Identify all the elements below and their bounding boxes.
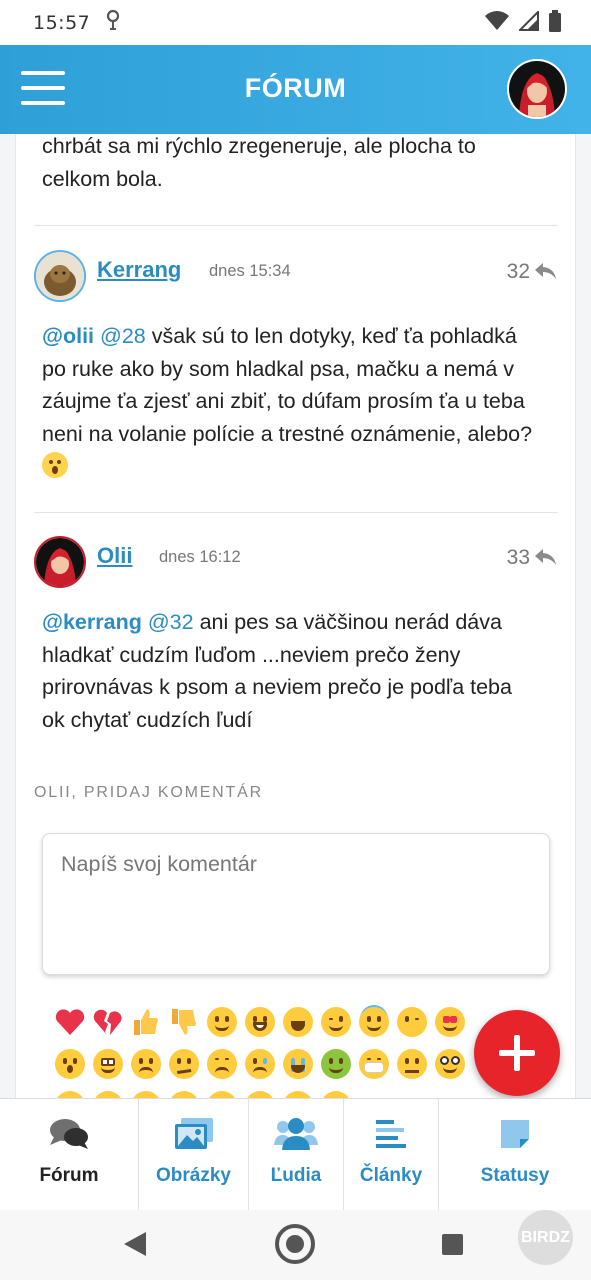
page-title: FÓRUM xyxy=(244,73,347,103)
emoji-icon[interactable] xyxy=(282,1090,314,1098)
emoji-icon[interactable] xyxy=(130,1090,162,1098)
status-note-icon xyxy=(498,1117,532,1155)
system-nav-bar xyxy=(0,1210,591,1280)
mask-emoji-icon[interactable] xyxy=(358,1048,390,1080)
emoji-icon[interactable] xyxy=(244,1090,276,1098)
emoji-icon[interactable] xyxy=(206,1090,238,1098)
comment-time: dnes 15:34 xyxy=(209,262,291,280)
user-avatar[interactable] xyxy=(507,59,567,119)
comment-number: 32 xyxy=(506,260,530,283)
nav-item-articles[interactable]: Články xyxy=(343,1099,438,1210)
flushed-emoji-icon[interactable] xyxy=(92,1048,124,1080)
nav-item-forum[interactable]: Fórum xyxy=(0,1099,138,1210)
nav-label: Články xyxy=(359,1165,423,1186)
comment-time: dnes 16:12 xyxy=(159,548,241,566)
comment: Kerrang dnes 15:34 32 @olii @28 však sú … xyxy=(34,250,558,483)
heart-icon[interactable] xyxy=(54,1006,86,1038)
battery-icon xyxy=(549,9,561,36)
chat-bubbles-icon xyxy=(48,1117,90,1155)
nav-label: Fórum xyxy=(39,1165,99,1186)
app-header: FÓRUM xyxy=(0,45,591,134)
reply-icon[interactable] xyxy=(534,547,558,567)
previous-comment-text: chrbát sa mi rýchlo zregeneruje, ale plo… xyxy=(42,134,476,191)
surprised-emoji-icon[interactable] xyxy=(54,1048,86,1080)
comment-number: 33 xyxy=(506,546,530,569)
confused-emoji-icon[interactable] xyxy=(168,1048,200,1080)
nav-item-statuses[interactable]: Statusy xyxy=(438,1099,591,1210)
comment-body: @kerrang @32 ani pes sa väčšinou nerád d… xyxy=(34,606,534,736)
nav-label: Obrázky xyxy=(156,1165,231,1186)
bottom-nav: Fórum Obrázky Ľudia Články Statusy xyxy=(0,1098,591,1210)
nav-item-people[interactable]: Ľudia xyxy=(248,1099,343,1210)
heart-eyes-emoji-icon[interactable] xyxy=(434,1006,466,1038)
recent-apps-icon[interactable] xyxy=(442,1234,463,1255)
comment-username[interactable]: Kerrang xyxy=(97,257,181,283)
comment-input[interactable] xyxy=(42,833,550,975)
status-bar: 15:57 xyxy=(0,0,591,45)
avatar[interactable] xyxy=(34,536,86,588)
emoji-picker-row xyxy=(54,1090,352,1098)
divider xyxy=(34,512,558,513)
mention-ref[interactable]: @28 xyxy=(100,324,146,348)
sad-emoji-icon[interactable] xyxy=(206,1048,238,1080)
thinking-emoji-icon[interactable] xyxy=(396,1048,428,1080)
images-icon xyxy=(174,1117,214,1155)
emoji-icon[interactable] xyxy=(54,1090,86,1098)
comment: Olii dnes 16:12 33 @kerrang @32 ani pes … xyxy=(34,536,558,736)
add-comment-label: OLII, PRIDAJ KOMENTÁR xyxy=(34,784,263,801)
home-icon[interactable] xyxy=(275,1224,315,1264)
divider xyxy=(34,225,558,226)
comment-username[interactable]: Olii xyxy=(97,543,132,569)
mention-ref[interactable]: @32 xyxy=(148,610,194,634)
angel-emoji-icon[interactable] xyxy=(358,1006,390,1038)
signal-icon xyxy=(517,9,539,35)
nav-label: Ľudia xyxy=(270,1165,322,1186)
emoji-picker-row xyxy=(54,1006,466,1038)
watermark-logo: BIRDZ xyxy=(518,1210,573,1265)
nav-item-images[interactable]: Obrázky xyxy=(138,1099,248,1210)
articles-icon xyxy=(374,1117,408,1155)
emoji-picker-row xyxy=(54,1048,466,1080)
cry-emoji-icon[interactable] xyxy=(244,1048,276,1080)
avatar[interactable] xyxy=(34,250,86,302)
emoji-icon[interactable] xyxy=(168,1090,200,1098)
add-fab-button[interactable] xyxy=(474,1010,560,1096)
comment-body: @olii @28 však sú to len dotyky, keď ťa … xyxy=(34,320,534,483)
back-icon[interactable] xyxy=(124,1232,146,1256)
nerd-emoji-icon[interactable] xyxy=(434,1048,466,1080)
sob-emoji-icon[interactable] xyxy=(282,1048,314,1080)
grin-emoji-icon[interactable] xyxy=(244,1006,276,1038)
mention-user[interactable]: @olii xyxy=(42,324,94,348)
sick-emoji-icon[interactable] xyxy=(320,1048,352,1080)
broken-heart-icon[interactable] xyxy=(92,1006,124,1038)
status-time: 15:57 xyxy=(33,11,91,34)
wink-emoji-icon[interactable] xyxy=(320,1006,352,1038)
location-icon xyxy=(106,9,120,36)
angry-emoji-icon[interactable] xyxy=(130,1048,162,1080)
emoji-icon[interactable] xyxy=(320,1090,352,1098)
surprised-emoji-icon xyxy=(42,452,68,478)
mention-user[interactable]: @kerrang xyxy=(42,610,142,634)
nav-label: Statusy xyxy=(480,1165,550,1186)
reply-icon[interactable] xyxy=(534,261,558,281)
thread-content[interactable]: chrbát sa mi rýchlo zregeneruje, ale plo… xyxy=(0,134,591,1098)
wifi-icon xyxy=(485,10,509,35)
smile-emoji-icon[interactable] xyxy=(206,1006,238,1038)
emoji-icon[interactable] xyxy=(92,1090,124,1098)
people-icon xyxy=(274,1117,318,1155)
laugh-emoji-icon[interactable] xyxy=(282,1006,314,1038)
thumbs-down-icon[interactable] xyxy=(168,1006,200,1038)
kiss-emoji-icon[interactable] xyxy=(396,1006,428,1038)
thumbs-up-icon[interactable] xyxy=(130,1006,162,1038)
